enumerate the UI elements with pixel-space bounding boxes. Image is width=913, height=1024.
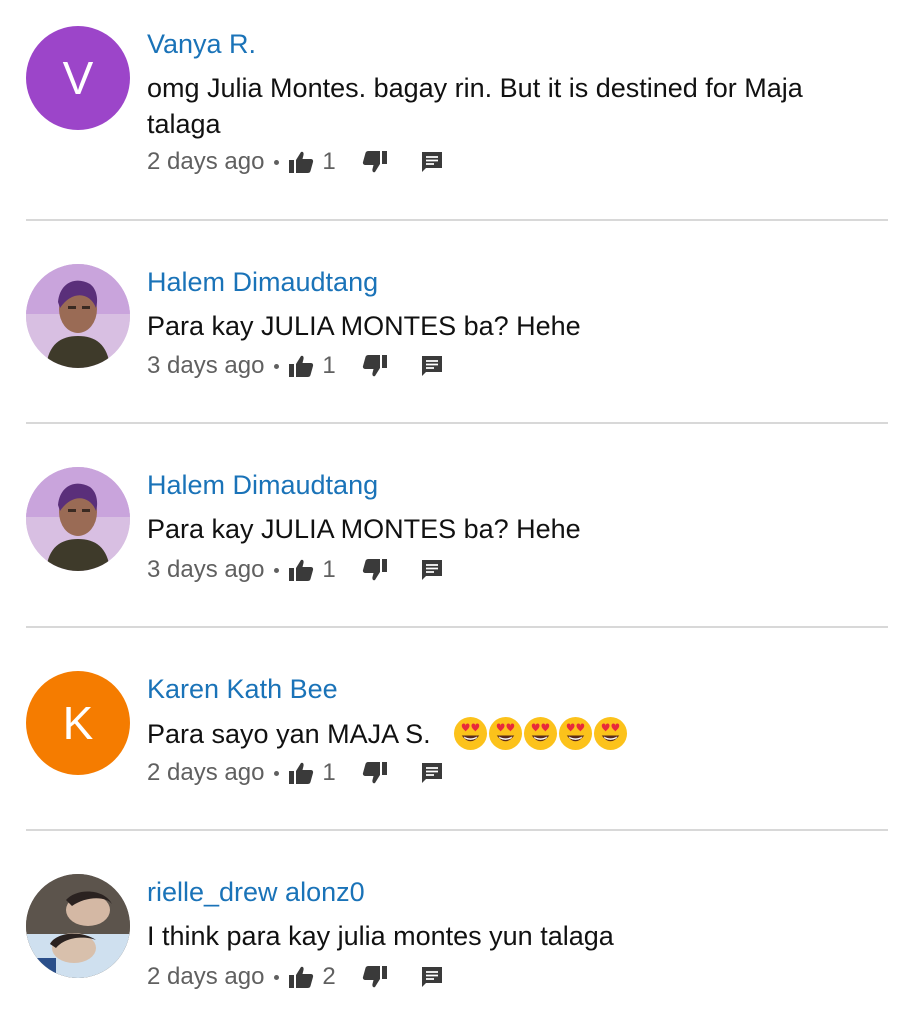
like-button[interactable]: 1 [288,352,336,380]
avatar[interactable]: V [26,26,130,130]
separator-dot [274,159,280,165]
comment-actions: 3 days ago 1 [147,351,444,381]
heart-eyes-emoji [558,717,592,751]
reply-button[interactable] [420,761,444,785]
avatar-photo [26,264,130,368]
separator-dot [274,974,280,980]
comment-author[interactable]: rielle_drew alonz0 [147,877,365,908]
avatar-letter: K [62,697,94,749]
like-button[interactable]: 1 [288,556,336,584]
comment-text-content: Para sayo yan MAJA S. [147,718,431,749]
avatar[interactable] [26,874,130,978]
thumbs-up-icon [289,966,314,988]
thumbs-up-icon [289,151,314,173]
comment-icon [421,356,442,376]
avatar[interactable]: K [26,671,130,775]
thumbs-up-icon [289,559,314,581]
avatar-photo [26,467,130,571]
avatar[interactable] [26,467,130,571]
dislike-button[interactable] [362,965,388,989]
comment-time[interactable]: 3 days ago [147,352,264,380]
reply-button[interactable] [420,354,444,378]
comment-text: Para sayo yan MAJA S. [147,714,867,752]
comment-actions: 2 days ago 1 [147,147,444,177]
separator-dot [274,363,280,369]
comment-actions: 2 days ago 2 [147,962,444,992]
comment-icon [421,560,442,580]
emoji-group [453,716,628,751]
comment-actions: 3 days ago 1 [147,555,444,585]
like-button[interactable]: 1 [288,759,336,787]
like-count: 2 [322,963,336,990]
like-count: 1 [322,352,336,379]
reply-button[interactable] [420,965,444,989]
like-count: 1 [322,148,336,175]
comment-icon [421,763,442,783]
dislike-button[interactable] [362,558,388,582]
heart-eyes-emoji [523,717,557,751]
comment-time[interactable]: 3 days ago [147,556,264,584]
thumbs-down-icon [362,355,387,377]
thumbs-up-icon [289,762,314,784]
comment-text: I think para kay julia montes yun talaga [147,921,614,951]
comment-author[interactable]: Halem Dimaudtang [147,470,378,501]
like-button[interactable]: 1 [288,148,336,176]
like-count: 1 [322,556,336,583]
avatar-photo [26,874,130,978]
comment-icon [421,967,442,987]
comment-text: Para kay JULIA MONTES ba? Hehe [147,514,581,544]
separator-dot [274,770,280,776]
reply-button[interactable] [420,150,444,174]
like-count: 1 [322,759,336,786]
dislike-button[interactable] [362,150,388,174]
comment-text: Para kay JULIA MONTES ba? Hehe [147,311,581,341]
dislike-button[interactable] [362,354,388,378]
divider [26,422,888,424]
thumbs-down-icon [362,559,387,581]
comment-text: omg Julia Montes. bagay rin. But it is d… [147,73,803,139]
thumbs-down-icon [362,966,387,988]
heart-eyes-emoji [488,717,522,751]
avatar-letter: V [62,52,94,104]
comment-time[interactable]: 2 days ago [147,759,264,787]
heart-eyes-emoji [453,717,487,751]
comment-actions: 2 days ago 1 [147,758,444,788]
comment-time[interactable]: 2 days ago [147,963,264,991]
comment-time[interactable]: 2 days ago [147,148,264,176]
comment-author[interactable]: Karen Kath Bee [147,674,338,705]
separator-dot [274,567,280,573]
divider [26,829,888,831]
reply-button[interactable] [420,558,444,582]
comment-author[interactable]: Halem Dimaudtang [147,267,378,298]
avatar[interactable] [26,264,130,368]
comment-author[interactable]: Vanya R. [147,29,256,60]
divider [26,626,888,628]
heart-eyes-emoji [593,717,627,751]
dislike-button[interactable] [362,761,388,785]
comment-icon [421,152,442,172]
thumbs-up-icon [289,355,314,377]
thumbs-down-icon [362,762,387,784]
like-button[interactable]: 2 [288,963,336,991]
divider [26,219,888,221]
thumbs-down-icon [362,151,387,173]
